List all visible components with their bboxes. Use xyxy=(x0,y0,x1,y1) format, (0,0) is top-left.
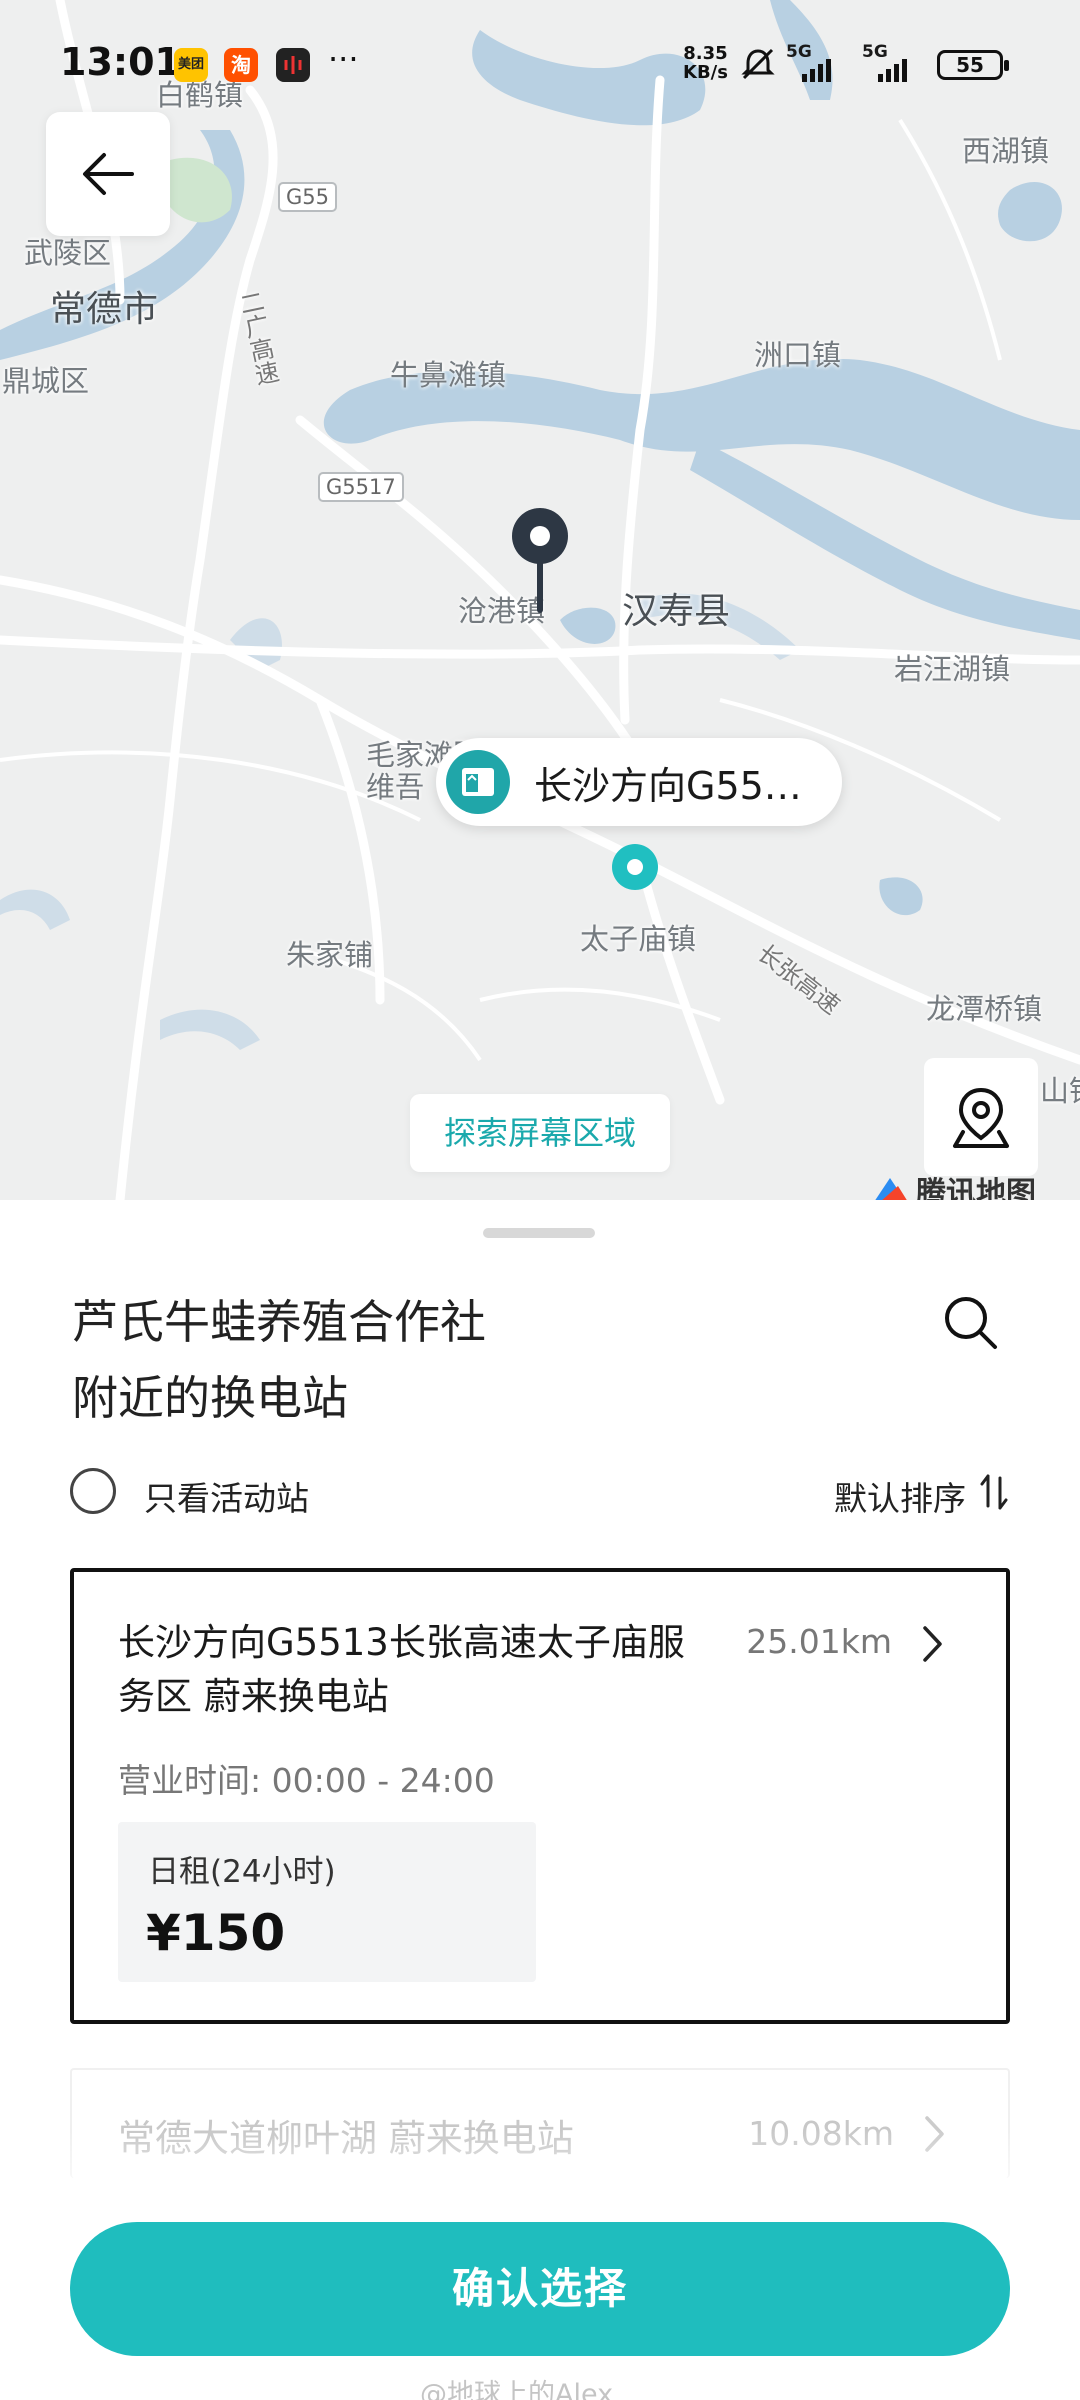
voice-app-icon xyxy=(276,48,310,82)
taobao-app-icon: 淘 xyxy=(224,48,258,82)
station-name: 长沙方向G5513长张高速太子庙服务区 蔚来换电站 xyxy=(118,1621,685,1718)
place-label: 龙潭桥镇 xyxy=(926,992,1043,1026)
place-label: 常德市 xyxy=(50,289,159,330)
place-label: 武陵区 xyxy=(24,236,112,270)
locate-button[interactable] xyxy=(924,1058,1038,1176)
place-label: 鼎城区 xyxy=(2,364,90,398)
station-card-selected[interactable]: 长沙方向G5513长张高速太子庙服务区 蔚来换电站 25.01km 营业时间: … xyxy=(70,1568,1010,2024)
sort-button[interactable]: 默认排序 xyxy=(834,1472,966,1520)
place-label: 洲口镇 xyxy=(754,338,842,372)
chevron-right-icon[interactable] xyxy=(920,1624,946,1664)
price-value: ¥150 xyxy=(146,1904,286,1962)
battery-indicator: 55 xyxy=(937,50,1009,80)
station-callout[interactable]: 长沙方向G55… xyxy=(436,738,842,826)
place-label: 朱家铺 xyxy=(286,938,374,972)
confirm-button[interactable]: 确认选择 xyxy=(70,2222,1010,2356)
station-hours: 营业时间: 00:00 - 24:00 xyxy=(118,1761,495,1800)
sort-icon[interactable] xyxy=(978,1472,1010,1512)
place-label: 牛鼻滩镇 xyxy=(390,358,507,392)
map-provider-logo: 腾讯地图 xyxy=(870,1168,1036,1200)
place-label: 维吾 xyxy=(366,770,425,804)
tencent-map-logo-icon xyxy=(875,1178,907,1200)
road-shield: G55 xyxy=(278,182,337,212)
station-list-sheet: 芦氏牛蛙养殖合作社 附近的换电站 只看活动站 默认排序 长沙方向G5513长张高… xyxy=(0,1200,1080,2400)
callout-label: 长沙方向G55… xyxy=(534,763,802,808)
current-station-dot[interactable] xyxy=(612,844,658,890)
search-icon[interactable] xyxy=(940,1292,1000,1352)
network-speed: 8.35 KB/s xyxy=(683,43,728,83)
station-distance: 25.01km xyxy=(746,1622,892,1661)
price-box: 日租(24小时) ¥150 xyxy=(118,1822,536,1982)
map-view[interactable]: 白鹤镇 武陵区 常德市 鼎城区 西湖镇 牛鼻滩镇 洲口镇 沧港镇 汉寿县 岩汪湖… xyxy=(0,0,1080,1200)
status-time: 13:01 xyxy=(60,40,181,84)
active-only-label[interactable]: 只看活动站 xyxy=(144,1472,309,1520)
more-notifications-icon: ··· xyxy=(328,40,359,78)
active-only-radio[interactable] xyxy=(70,1468,116,1514)
place-label: 岩汪湖镇 xyxy=(894,652,1011,686)
signal-bars-icon xyxy=(802,59,831,82)
back-button[interactable] xyxy=(46,112,170,236)
explore-area-button[interactable]: 探索屏幕区域 xyxy=(410,1094,670,1172)
location-pin-icon xyxy=(953,1087,1009,1148)
sheet-title: 芦氏牛蛙养殖合作社 附近的换电站 xyxy=(72,1295,486,1425)
map-pin-icon xyxy=(512,508,568,613)
filter-row: 只看活动站 默认排序 xyxy=(70,1468,1010,1518)
place-label: 汉寿县 xyxy=(622,591,731,632)
price-label: 日租(24小时) xyxy=(148,1854,336,1890)
watermark: @地球上的Alex xyxy=(420,2379,614,2400)
place-label: 西湖镇 xyxy=(962,134,1050,168)
arrow-left-icon xyxy=(83,153,134,195)
place-label: 太子庙镇 xyxy=(580,922,697,956)
meituan-app-icon: 美团 xyxy=(174,48,208,82)
drag-handle[interactable] xyxy=(483,1228,595,1238)
bell-muted-icon xyxy=(741,48,775,80)
list-fade-overlay xyxy=(0,2130,1080,2220)
place-label: 山镇 xyxy=(1040,1074,1080,1108)
signal-bars-icon xyxy=(878,59,907,82)
status-bar: 13:01 美团 淘 ··· 8.35 KB/s 5G 5G 55 xyxy=(0,0,1080,130)
swap-station-icon xyxy=(446,750,510,814)
road-shield: G5517 xyxy=(318,472,404,502)
